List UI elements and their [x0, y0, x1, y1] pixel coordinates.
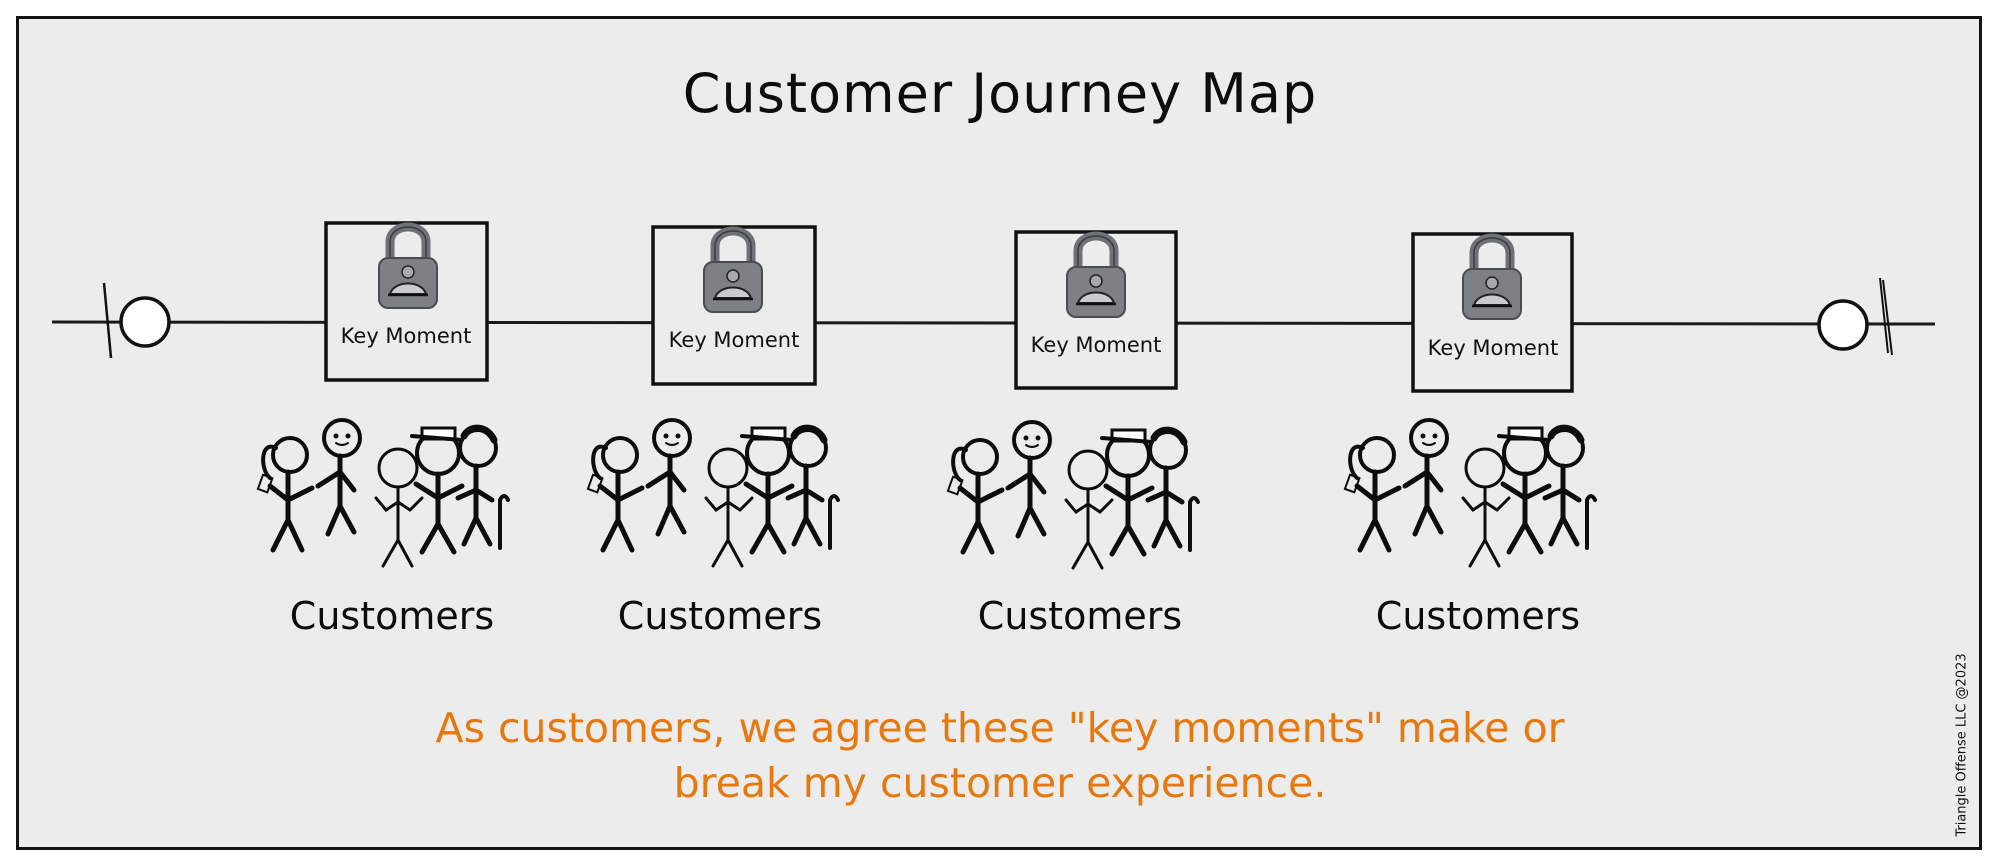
copyright-notice: Triangle Offense LLC @2023 — [1954, 653, 1970, 837]
customers-icon — [948, 422, 1198, 568]
key-moment-box[interactable] — [1411, 232, 1574, 393]
key-moment-box[interactable] — [1014, 230, 1178, 390]
customers-label: Customers — [289, 594, 495, 638]
key-moment-label: Key Moment — [1427, 336, 1559, 360]
statement-line-2: break my customer experience. — [673, 759, 1327, 807]
key-moment-box[interactable] — [324, 221, 489, 382]
key-moment-label: Key Moment — [668, 328, 800, 352]
customers-icon — [588, 420, 838, 566]
customers-label: Customers — [977, 594, 1183, 638]
key-moment-box[interactable] — [651, 225, 817, 386]
customers-icon — [258, 420, 508, 566]
start-circle — [119, 296, 171, 348]
key-moment-label: Key Moment — [340, 324, 472, 348]
customers-label: Customers — [1375, 594, 1581, 638]
customers-label: Customers — [617, 594, 823, 638]
key-moment-label: Key Moment — [1030, 333, 1162, 357]
customers-icon — [1345, 420, 1595, 566]
statement-line-1: As customers, we agree these "key moment… — [435, 704, 1565, 752]
start-tick — [102, 282, 113, 359]
end-circle — [1817, 299, 1869, 351]
